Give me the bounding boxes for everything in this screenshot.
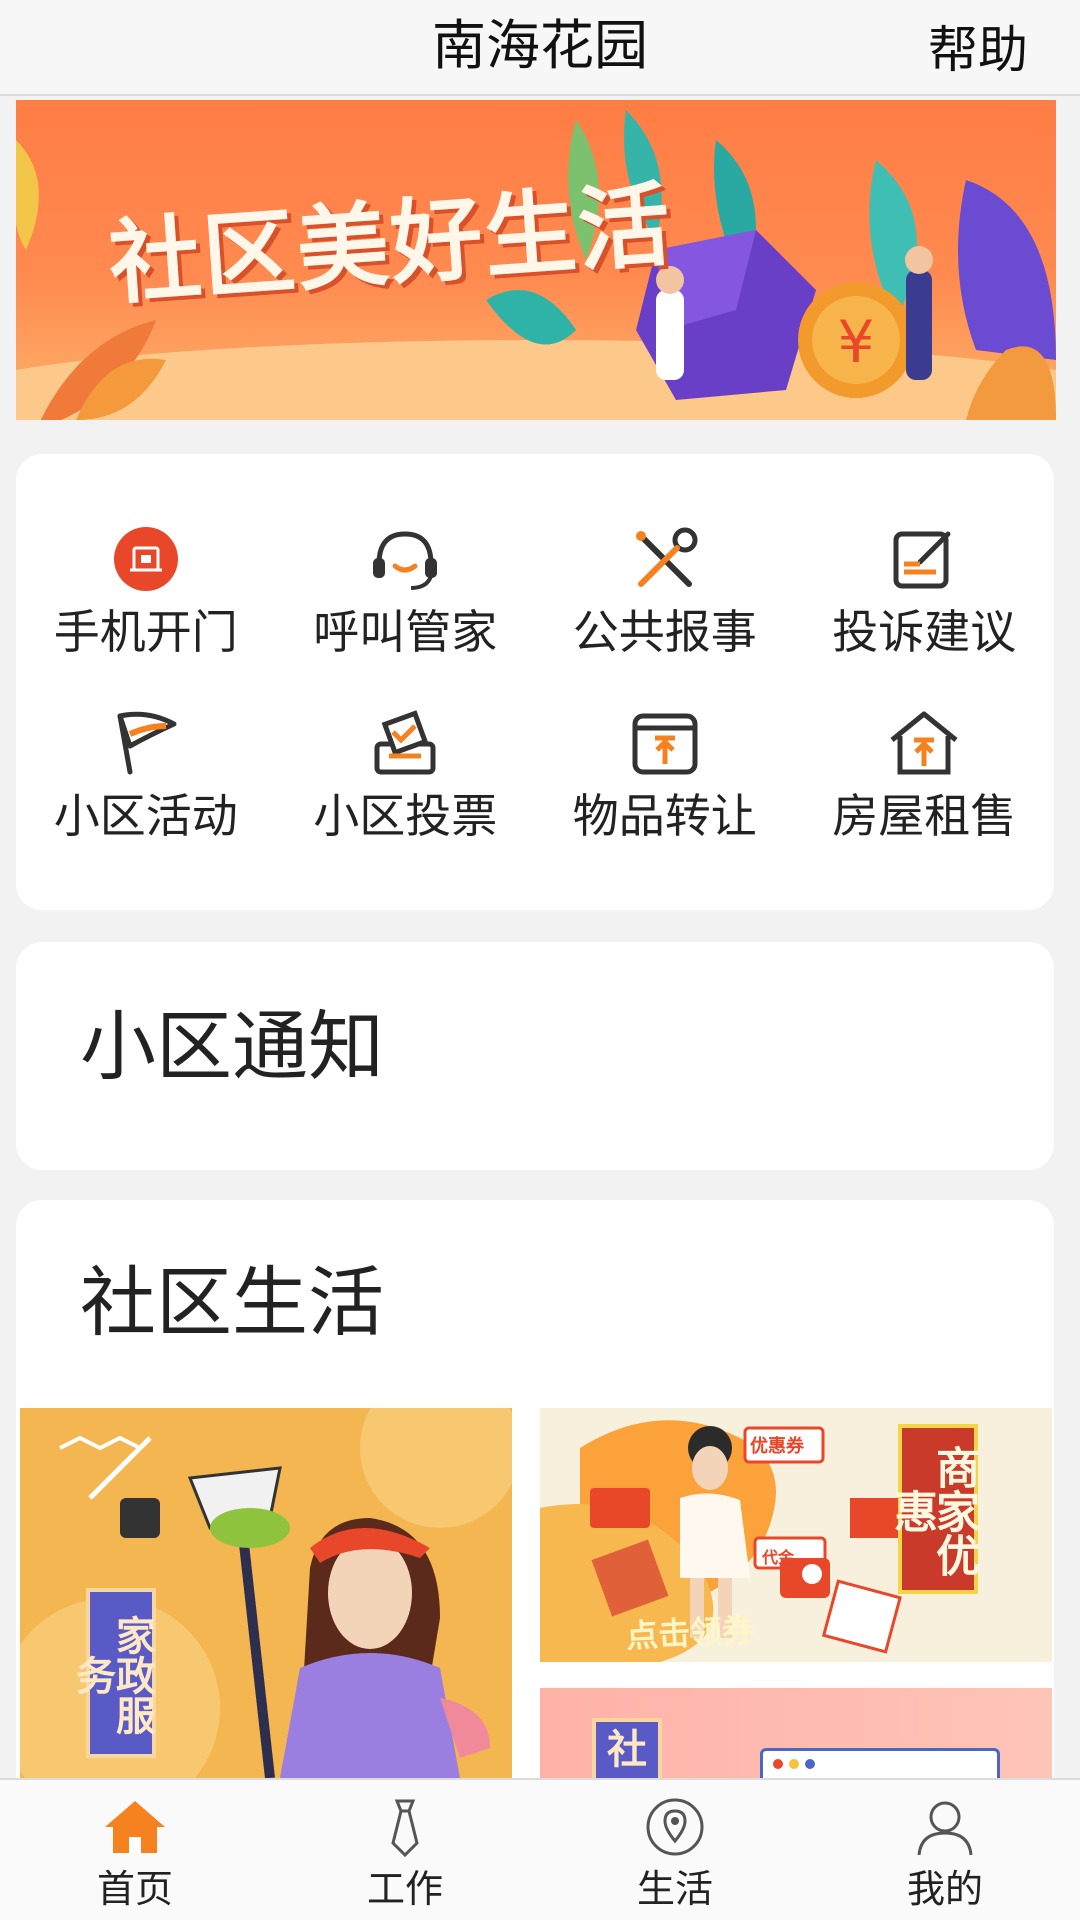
headset-icon xyxy=(365,524,445,594)
feedback-edit-icon xyxy=(884,524,964,594)
tab-work[interactable]: 工作 xyxy=(270,1780,540,1920)
tab-label: 我的 xyxy=(906,1867,983,1911)
help-button[interactable]: 帮助 xyxy=(928,20,1028,80)
service-label: 房屋租售 xyxy=(832,789,1017,843)
merchant-offers-tile[interactable]: 优惠券 代金 商家优惠 点击领券 xyxy=(540,1408,1052,1662)
tab-label: 首页 xyxy=(96,1867,173,1911)
user-icon xyxy=(910,1794,980,1860)
service-public-report[interactable]: 公共报事 xyxy=(535,524,795,660)
door-open-icon xyxy=(106,524,186,594)
service-label: 物品转让 xyxy=(572,789,757,843)
service-label: 投诉建议 xyxy=(832,605,1017,659)
vote-box-icon xyxy=(365,708,445,778)
tie-icon xyxy=(370,1794,440,1860)
voucher-label: 代金 xyxy=(762,1548,795,1567)
page-title: 南海花园 xyxy=(432,14,648,77)
housekeeping-label: 家政服务 xyxy=(69,1588,156,1758)
service-label: 呼叫管家 xyxy=(313,605,498,659)
service-call-butler[interactable]: 呼叫管家 xyxy=(276,524,536,660)
tab-life[interactable]: 生活 xyxy=(540,1780,810,1920)
tab-mine[interactable]: 我的 xyxy=(810,1780,1080,1920)
service-label: 小区投票 xyxy=(313,789,498,843)
service-phone-door[interactable]: 手机开门 xyxy=(16,524,276,660)
location-pin-icon xyxy=(640,1794,710,1860)
house-rent-icon xyxy=(884,708,964,778)
top-bar: 南海花园 帮助 xyxy=(0,0,1080,96)
tab-home[interactable]: 首页 xyxy=(0,1780,270,1920)
community-tile[interactable]: 社 xyxy=(540,1688,1052,1788)
repair-tools-icon xyxy=(625,524,705,594)
service-label: 小区活动 xyxy=(53,789,238,843)
home-icon xyxy=(100,1794,170,1860)
service-grid-card: 手机开门 呼叫管家 公共报事 投诉建议 小区活动 小区投票 物品转让 房屋租售 xyxy=(16,454,1054,910)
svg-text:¥: ¥ xyxy=(838,308,875,376)
service-item-transfer[interactable]: 物品转让 xyxy=(535,708,795,844)
bottom-tab-bar: 首页 工作 生活 我的 xyxy=(0,1778,1080,1920)
promo-banner[interactable]: ¥ 社区美好生活 xyxy=(16,100,1056,420)
coupon-label: 优惠券 xyxy=(750,1436,804,1457)
service-complaint[interactable]: 投诉建议 xyxy=(795,524,1055,660)
merchant-cta: 点击领券 xyxy=(625,1610,756,1656)
service-label: 公共报事 xyxy=(572,605,757,659)
section-title: 社区生活 xyxy=(80,1258,384,1347)
housekeeping-service-tile[interactable]: 家政服务 xyxy=(20,1408,512,1778)
service-community-activity[interactable]: 小区活动 xyxy=(16,708,276,844)
transfer-box-icon xyxy=(625,708,705,778)
tab-label: 生活 xyxy=(636,1867,713,1911)
service-community-vote[interactable]: 小区投票 xyxy=(276,708,536,844)
merchant-label: 商家优惠 xyxy=(886,1424,979,1594)
community-notice-card[interactable]: 小区通知 xyxy=(16,942,1054,1170)
flag-icon xyxy=(106,708,186,778)
tab-label: 工作 xyxy=(366,1867,443,1911)
section-title: 小区通知 xyxy=(80,1002,384,1091)
service-label: 手机开门 xyxy=(53,605,238,659)
service-house-rent[interactable]: 房屋租售 xyxy=(795,708,1055,844)
